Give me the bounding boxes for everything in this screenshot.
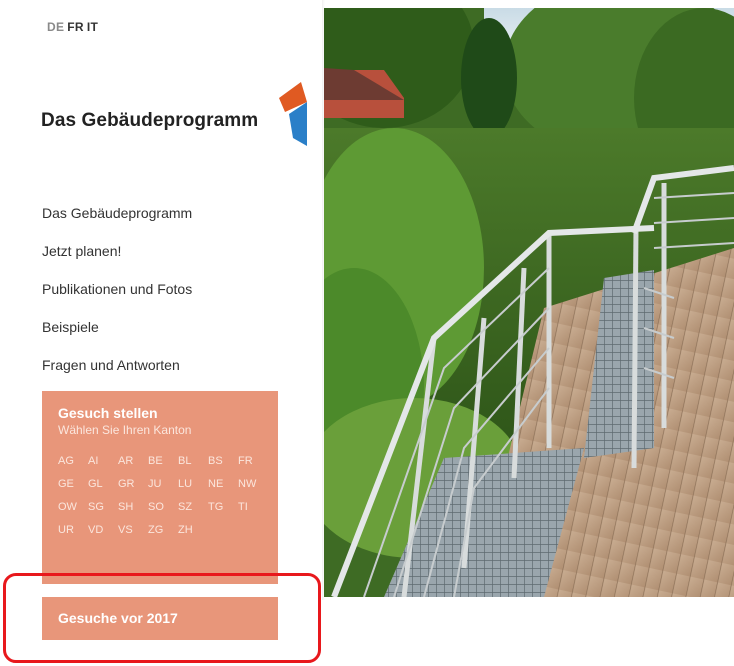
sidebar: DE FR IT Das Gebäudeprogramm Das Gebäudepr…	[0, 0, 324, 666]
kanton-link[interactable]: BE	[148, 455, 178, 467]
nav-item-publikationen[interactable]: Publikationen und Fotos	[42, 280, 192, 318]
kanton-link[interactable]: TI	[238, 501, 268, 513]
kanton-link[interactable]: GE	[58, 478, 88, 490]
kanton-link[interactable]: NW	[238, 478, 268, 490]
kanton-link[interactable]: BL	[178, 455, 208, 467]
lang-fr[interactable]: FR	[67, 20, 84, 34]
kanton-link[interactable]: SO	[148, 501, 178, 513]
kanton-link[interactable]: GR	[118, 478, 148, 490]
kanton-grid: AG AI AR BE BL BS FR GE GL GR JU LU NE N…	[58, 455, 262, 536]
terrace-photo-icon	[324, 8, 734, 597]
main-nav: Das Gebäudeprogramm Jetzt planen! Publik…	[42, 204, 192, 394]
kanton-link[interactable]: OW	[58, 501, 88, 513]
hero-image	[324, 8, 734, 597]
nav-item-jetzt-planen[interactable]: Jetzt planen!	[42, 242, 192, 280]
kanton-link[interactable]: SH	[118, 501, 148, 513]
kanton-link[interactable]: UR	[58, 524, 88, 536]
kanton-link[interactable]: GL	[88, 478, 118, 490]
kanton-link[interactable]: VS	[118, 524, 148, 536]
nav-item-fragen[interactable]: Fragen und Antworten	[42, 356, 192, 394]
nav-item-beispiele[interactable]: Beispiele	[42, 318, 192, 356]
kanton-link[interactable]: TG	[208, 501, 238, 513]
lang-de[interactable]: DE	[47, 20, 64, 34]
nav-item-gebaeudeprogramm[interactable]: Das Gebäudeprogramm	[42, 204, 192, 242]
logo-mark-icon	[279, 82, 307, 146]
kanton-link[interactable]: JU	[148, 478, 178, 490]
kanton-link[interactable]: VD	[88, 524, 118, 536]
gesuch-subtitle: Wählen Sie Ihren Kanton	[58, 423, 192, 437]
kanton-link[interactable]: LU	[178, 478, 208, 490]
kanton-link[interactable]: FR	[238, 455, 268, 467]
gesuch-stellen-box: Gesuch stellen Wählen Sie Ihren Kanton A…	[42, 391, 278, 584]
kanton-link[interactable]: AR	[118, 455, 148, 467]
logo-text: Das Gebäudeprogramm	[41, 110, 259, 131]
kanton-link[interactable]: AI	[88, 455, 118, 467]
kanton-link[interactable]: NE	[208, 478, 238, 490]
kanton-link[interactable]: AG	[58, 455, 88, 467]
language-switcher: DE FR IT	[47, 20, 101, 34]
kanton-link[interactable]: ZH	[178, 524, 208, 536]
kanton-link[interactable]: SZ	[178, 501, 208, 513]
lang-it[interactable]: IT	[87, 20, 98, 34]
kanton-link[interactable]: SG	[88, 501, 118, 513]
kanton-link[interactable]: BS	[208, 455, 238, 467]
gesuch-title: Gesuch stellen	[58, 405, 158, 421]
highlight-annotation	[3, 573, 321, 663]
kanton-link[interactable]: ZG	[148, 524, 178, 536]
